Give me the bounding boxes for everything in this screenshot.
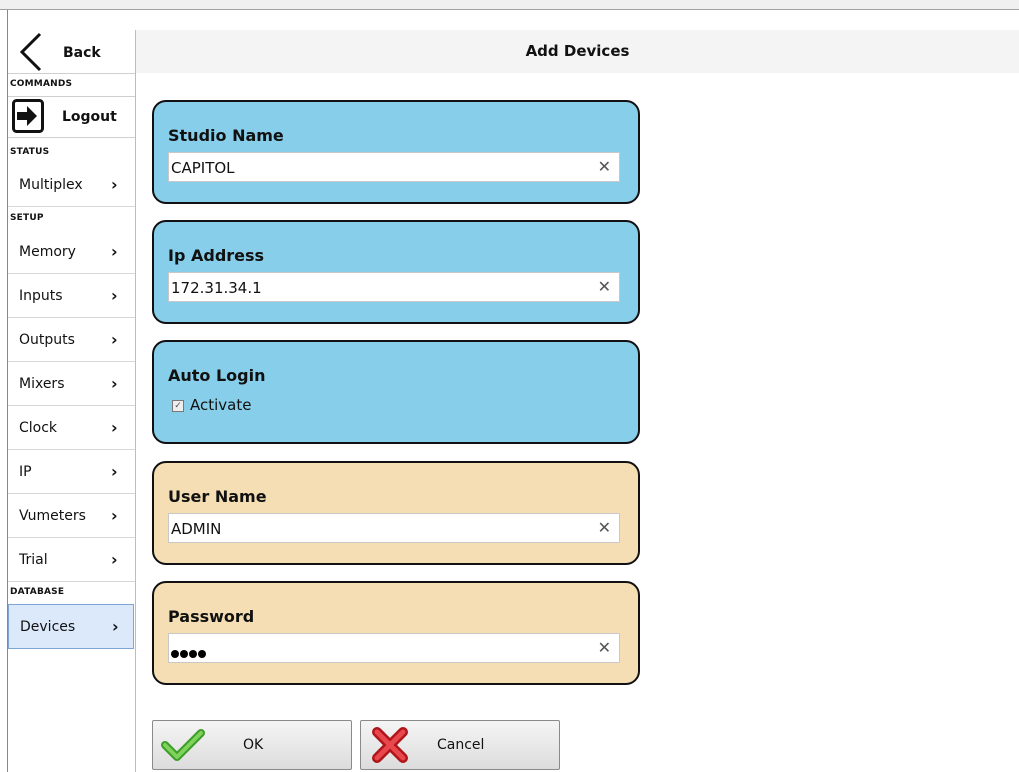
- studio-name-value: CAPITOL: [171, 159, 235, 177]
- sidebar-item-vumeters[interactable]: Vumeters ›: [8, 494, 135, 538]
- sidebar-item-multiplex[interactable]: Multiplex ›: [8, 163, 135, 207]
- section-setup: SETUP: [10, 213, 44, 223]
- sidebar-item-inputs[interactable]: Inputs ›: [8, 274, 135, 318]
- sidebar-item-label: IP: [19, 464, 32, 480]
- sidebar-item-mixers[interactable]: Mixers ›: [8, 362, 135, 406]
- sidebar-item-label: Trial: [19, 552, 48, 568]
- chevron-left-icon: [19, 32, 42, 72]
- chevron-right-icon: ›: [112, 617, 119, 636]
- cancel-button[interactable]: Cancel: [360, 720, 560, 770]
- password-mask: [171, 644, 207, 662]
- sidebar-item-label: Multiplex: [19, 177, 83, 193]
- password-input[interactable]: ✕: [168, 633, 620, 663]
- sidebar-item-outputs[interactable]: Outputs ›: [8, 318, 135, 362]
- ip-address-card: Ip Address 172.31.34.1 ✕: [152, 220, 640, 324]
- password-label: Password: [168, 607, 255, 626]
- chevron-right-icon: ›: [111, 330, 118, 349]
- chevron-right-icon: ›: [111, 462, 118, 481]
- window-top-bar: [0, 0, 1019, 10]
- page-header: Add Devices: [136, 30, 1019, 73]
- ip-address-input[interactable]: 172.31.34.1 ✕: [168, 272, 620, 302]
- password-dot: [198, 650, 206, 658]
- logout-label: Logout: [62, 109, 117, 125]
- chevron-right-icon: ›: [111, 506, 118, 525]
- sidebar-item-label: Outputs: [19, 332, 75, 348]
- page-title: Add Devices: [525, 42, 630, 60]
- studio-name-label: Studio Name: [168, 126, 284, 145]
- password-dot: [171, 650, 179, 658]
- sidebar-item-memory[interactable]: Memory ›: [8, 230, 135, 274]
- sidebar-item-ip[interactable]: IP ›: [8, 450, 135, 494]
- chevron-right-icon: ›: [111, 418, 118, 437]
- sidebar: Back COMMANDS Logout STATUS Multiplex › …: [8, 30, 136, 772]
- cancel-x-icon: [372, 727, 408, 763]
- sidebar-item-label: Vumeters: [19, 508, 86, 524]
- sidebar-item-label: Mixers: [19, 376, 65, 392]
- section-status: STATUS: [10, 147, 50, 157]
- ok-label: OK: [243, 737, 264, 753]
- chevron-right-icon: ›: [111, 175, 118, 194]
- clear-icon[interactable]: ✕: [598, 638, 611, 657]
- studio-name-input[interactable]: CAPITOL ✕: [168, 152, 620, 182]
- auto-login-card: Auto Login ✓ Activate: [152, 340, 640, 444]
- section-database: DATABASE: [10, 587, 65, 597]
- sidebar-item-clock[interactable]: Clock ›: [8, 406, 135, 450]
- activate-checkbox[interactable]: ✓: [172, 400, 184, 412]
- clear-icon[interactable]: ✕: [598, 157, 611, 176]
- user-name-value: ADMIN: [171, 520, 222, 538]
- password-dot: [180, 650, 188, 658]
- sidebar-item-trial[interactable]: Trial ›: [8, 538, 135, 582]
- back-button[interactable]: Back: [8, 30, 135, 74]
- logout-icon: [12, 99, 44, 133]
- chevron-right-icon: ›: [111, 374, 118, 393]
- back-label: Back: [63, 45, 101, 61]
- ip-address-label: Ip Address: [168, 246, 265, 265]
- logout-button[interactable]: Logout: [8, 96, 135, 138]
- ok-button[interactable]: OK: [152, 720, 352, 770]
- sidebar-item-label: Devices: [20, 619, 76, 635]
- cancel-label: Cancel: [437, 737, 485, 753]
- sidebar-item-label: Clock: [19, 420, 58, 436]
- auto-login-label: Auto Login: [168, 366, 266, 385]
- password-dot: [189, 650, 197, 658]
- chevron-right-icon: ›: [111, 550, 118, 569]
- sidebar-item-label: Inputs: [19, 288, 63, 304]
- ip-address-value: 172.31.34.1: [171, 279, 262, 297]
- studio-name-card: Studio Name CAPITOL ✕: [152, 100, 640, 204]
- checkmark-icon: [161, 729, 205, 761]
- chevron-right-icon: ›: [111, 242, 118, 261]
- sidebar-item-label: Memory: [19, 244, 76, 260]
- clear-icon[interactable]: ✕: [598, 277, 611, 296]
- user-name-input[interactable]: ADMIN ✕: [168, 513, 620, 543]
- section-commands: COMMANDS: [10, 79, 73, 89]
- user-name-card: User Name ADMIN ✕: [152, 461, 640, 565]
- password-card: Password ✕: [152, 581, 640, 685]
- activate-label: Activate: [190, 396, 252, 414]
- chevron-right-icon: ›: [111, 286, 118, 305]
- clear-icon[interactable]: ✕: [598, 518, 611, 537]
- sidebar-item-devices[interactable]: Devices ›: [8, 604, 134, 649]
- user-name-label: User Name: [168, 487, 267, 506]
